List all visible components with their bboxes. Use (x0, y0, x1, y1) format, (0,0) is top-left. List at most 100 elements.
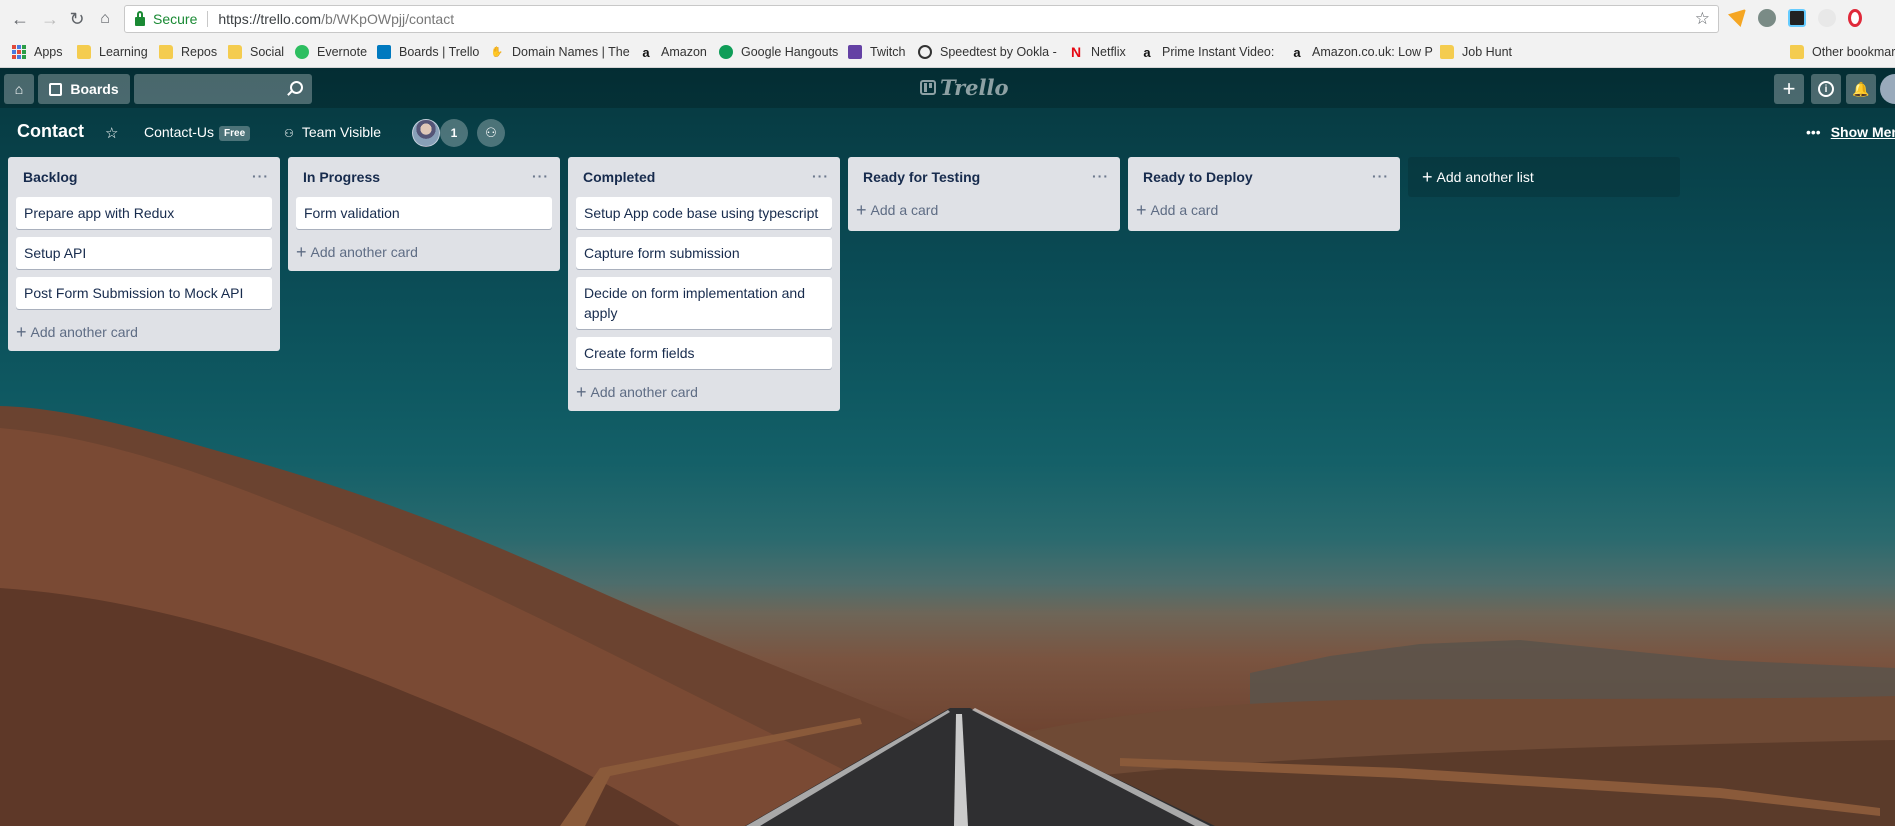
url-path: /b/WKpOWpjj/contact (321, 11, 455, 27)
bookmark-label: Amazon (661, 45, 707, 59)
list-header[interactable]: Ready for Testing ··· (856, 157, 1112, 197)
card[interactable]: Post Form Submission to Mock API (16, 277, 272, 309)
boards-button[interactable]: Boards (38, 74, 130, 104)
bookmark-trello[interactable]: Boards | Trello (377, 45, 479, 59)
home-icon[interactable]: ⌂ (92, 6, 118, 32)
card[interactable]: Create form fields (576, 337, 832, 369)
amazon-icon: a (1143, 44, 1151, 60)
list-header[interactable]: In Progress ··· (296, 157, 552, 197)
bookmark-amazon-uk[interactable]: a Amazon.co.uk: Low P (1290, 45, 1433, 60)
bookmark-label: Learning (99, 45, 148, 59)
list-ready-for-testing[interactable]: Ready for Testing ··· + Add a card (848, 157, 1120, 231)
notifications-button[interactable]: 🔔 (1846, 74, 1876, 104)
list-header[interactable]: Completed ··· (576, 157, 832, 197)
boards-label: Boards (70, 81, 119, 97)
folder-icon (228, 45, 242, 59)
visibility-button[interactable]: ⚇ Team Visible (284, 124, 381, 140)
add-card-button[interactable]: + Add a card (1136, 197, 1392, 223)
card[interactable]: Form validation (296, 197, 552, 229)
member-avatar[interactable] (412, 119, 440, 147)
add-card-button[interactable]: + Add a card (856, 197, 1112, 223)
bookmark-label: Boards | Trello (399, 45, 480, 59)
list-title: In Progress (303, 169, 381, 185)
bookmark-label: Social (250, 45, 285, 59)
trello-logo[interactable]: Trello (920, 75, 1009, 100)
list-title: Completed (583, 169, 656, 185)
card[interactable]: Capture form submission (576, 237, 832, 269)
list-menu-icon[interactable]: ··· (1092, 168, 1109, 184)
bookmark-label: Netflix (1091, 45, 1126, 59)
card[interactable]: Setup API (16, 237, 272, 269)
add-card-label: Add another card (310, 244, 418, 260)
star-icon[interactable]: ☆ (105, 124, 118, 142)
bookmark-amazon[interactable]: a Amazon (639, 44, 707, 60)
extension-pencil-icon[interactable] (1728, 9, 1746, 27)
list-menu-icon[interactable]: ··· (1372, 168, 1389, 184)
card[interactable]: Setup App code base using typescript (576, 197, 832, 229)
bookmark-label: Twitch (870, 45, 906, 59)
invite-member-button[interactable]: ⚇ (477, 119, 505, 147)
list-ready-to-deploy[interactable]: Ready to Deploy ··· + Add a card (1128, 157, 1400, 231)
search-input[interactable] (134, 74, 312, 104)
add-card-label: Add another card (590, 384, 698, 400)
show-menu-button[interactable]: ••• Show Menu (1806, 124, 1895, 140)
bookmark-evernote[interactable]: Evernote (295, 45, 367, 59)
team-button[interactable]: Contact-Us Free (144, 124, 251, 141)
extension-react-icon[interactable] (1788, 9, 1806, 27)
team-name: Contact-Us (144, 124, 215, 140)
bookmark-netflix[interactable]: N Netflix (1069, 44, 1126, 60)
url-text: https://trello.com/b/WKpOWpjj/contact (218, 11, 454, 27)
home-button[interactable]: ⌂ (4, 74, 34, 104)
forward-arrow-icon[interactable]: → (37, 6, 63, 32)
user-avatar[interactable] (1880, 74, 1895, 104)
bookmark-social[interactable]: Social (228, 45, 284, 59)
reload-icon[interactable]: ↻ (64, 6, 90, 32)
add-card-button[interactable]: + Add another card (296, 237, 552, 263)
bookmark-label: Other bookmarks (1812, 45, 1895, 59)
bookmark-twitch[interactable]: Twitch (848, 45, 905, 59)
board-title[interactable]: Contact (17, 121, 84, 142)
bookmark-job-hunt[interactable]: Job Hunt (1440, 45, 1512, 59)
list-completed[interactable]: Completed ··· Setup App code base using … (568, 157, 840, 411)
folder-icon (1440, 45, 1454, 59)
lock-icon (135, 10, 145, 26)
card[interactable]: Decide on form implementation and apply (576, 277, 832, 329)
opera-icon[interactable] (1848, 9, 1862, 27)
show-menu-label: Show Menu (1830, 124, 1895, 140)
list-header[interactable]: Backlog ··· (16, 157, 272, 197)
info-button[interactable]: i (1811, 74, 1841, 104)
bookmark-prime-video[interactable]: a Prime Instant Video: (1140, 44, 1274, 60)
bookmark-repos[interactable]: Repos (159, 45, 217, 59)
bookmark-label: Evernote (317, 45, 368, 59)
bookmark-other[interactable]: Other bookmarks (1790, 45, 1895, 59)
list-menu-icon[interactable]: ··· (252, 168, 269, 184)
bookmark-learning[interactable]: Learning (77, 45, 148, 59)
twitch-icon (848, 45, 862, 59)
url-host: https://trello.com (218, 11, 322, 27)
create-button[interactable]: + (1774, 74, 1804, 104)
back-arrow-icon[interactable]: ← (7, 6, 33, 32)
add-card-button[interactable]: + Add another card (16, 317, 272, 343)
folder-icon (77, 45, 91, 59)
bookmark-google-hangouts[interactable]: Google Hangouts (719, 45, 838, 59)
extension-evernote-icon[interactable] (1758, 9, 1776, 27)
extension-grey-icon[interactable] (1818, 9, 1836, 27)
member-count[interactable]: 1 (440, 119, 468, 147)
bookmark-domain-names[interactable]: ✋ Domain Names | The (490, 45, 630, 59)
address-bar[interactable]: Secure https://trello.com/b/WKpOWpjj/con… (124, 5, 1719, 33)
bookmark-star-icon[interactable]: ☆ (1695, 9, 1710, 29)
list-header[interactable]: Ready to Deploy ··· (1136, 157, 1392, 197)
bookmark-label: Repos (181, 45, 218, 59)
list-menu-icon[interactable]: ··· (532, 168, 549, 184)
add-card-button[interactable]: + Add another card (576, 377, 832, 403)
card[interactable]: Prepare app with Redux (16, 197, 272, 229)
amazon-icon: a (642, 44, 650, 60)
logo-wordmark: Trello (940, 75, 1009, 100)
add-list-button[interactable]: + Add another list (1408, 157, 1680, 197)
list-in-progress[interactable]: In Progress ··· Form validation + Add ano… (288, 157, 560, 271)
bookmark-speedtest[interactable]: Speedtest by Ookla - (918, 45, 1057, 59)
bookmark-apps[interactable]: Apps (12, 45, 63, 59)
bookmark-label: Amazon.co.uk: Low P (1312, 45, 1433, 59)
list-backlog[interactable]: Backlog ··· Prepare app with Redux Setup… (8, 157, 280, 351)
list-menu-icon[interactable]: ··· (812, 168, 829, 184)
